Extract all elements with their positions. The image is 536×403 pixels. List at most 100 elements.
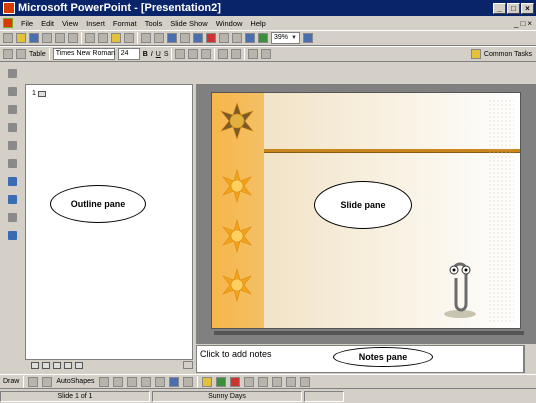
common-tasks-button[interactable]: Common Tasks: [470, 49, 532, 59]
powerpoint-app-icon[interactable]: [3, 2, 15, 14]
line-style-icon[interactable]: [243, 376, 254, 387]
arrow-icon[interactable]: [112, 376, 123, 387]
decrease-font-icon[interactable]: [261, 49, 272, 59]
new-slide-icon[interactable]: [219, 33, 229, 43]
copy-icon[interactable]: [98, 33, 108, 43]
text-box-icon[interactable]: [154, 376, 165, 387]
outline-pane-callout: Outline pane: [50, 185, 146, 223]
line-color-icon[interactable]: [215, 376, 226, 387]
doc-minimize-button[interactable]: _: [514, 19, 518, 28]
select-objects-icon[interactable]: [28, 376, 39, 387]
menu-help[interactable]: Help: [246, 19, 269, 28]
free-rotate-icon[interactable]: [42, 376, 53, 387]
clip-art-icon[interactable]: [182, 376, 193, 387]
collapse-all-icon[interactable]: [7, 213, 17, 222]
cut-icon[interactable]: [85, 33, 95, 43]
menu-file[interactable]: File: [17, 19, 37, 28]
email-icon[interactable]: [42, 33, 52, 43]
new-icon[interactable]: [3, 33, 13, 43]
3d-icon[interactable]: [299, 376, 310, 387]
tables-borders-icon[interactable]: [180, 33, 190, 43]
office-assistant-clippy-icon[interactable]: [440, 258, 480, 320]
insert-table-icon[interactable]: [193, 33, 203, 43]
outline-view-icon[interactable]: [42, 361, 50, 369]
slide-view-icon[interactable]: [53, 361, 61, 369]
collapse-icon[interactable]: [7, 141, 17, 150]
bullets-icon[interactable]: [231, 49, 242, 59]
font-select[interactable]: Times New Roman: [52, 48, 115, 60]
align-left-icon[interactable]: [175, 49, 186, 59]
menu-edit[interactable]: Edit: [37, 19, 58, 28]
show-formatting-icon[interactable]: [245, 33, 255, 43]
document-icon[interactable]: [3, 18, 13, 28]
undo-icon[interactable]: [141, 33, 151, 43]
menu-window[interactable]: Window: [212, 19, 247, 28]
expand-icon[interactable]: [7, 159, 17, 168]
promote-icon[interactable]: [7, 69, 17, 78]
increase-font-icon[interactable]: [248, 49, 259, 59]
bold-button[interactable]: B: [143, 51, 148, 58]
menu-slide-show[interactable]: Slide Show: [166, 19, 212, 28]
menu-tools[interactable]: Tools: [141, 19, 167, 28]
normal-view-icon[interactable]: [31, 361, 39, 369]
toolbar-separator: [137, 32, 138, 44]
horizontal-scrollbar[interactable]: [183, 361, 193, 369]
oval-icon[interactable]: [140, 376, 151, 387]
demote-icon[interactable]: [7, 87, 17, 96]
doc-restore-button[interactable]: □: [520, 19, 525, 28]
minimize-button[interactable]: _: [493, 2, 506, 14]
spelling-icon[interactable]: [68, 33, 78, 43]
show-formatting-icon[interactable]: [7, 195, 17, 204]
summary-slide-icon[interactable]: [7, 177, 17, 186]
slide-canvas[interactable]: Slide pane: [211, 92, 521, 329]
align-right-icon[interactable]: [201, 49, 212, 59]
dash-style-icon[interactable]: [257, 376, 268, 387]
shadow-icon[interactable]: [285, 376, 296, 387]
rectangle-icon[interactable]: [126, 376, 137, 387]
menu-format[interactable]: Format: [109, 19, 141, 28]
paste-icon[interactable]: [111, 33, 121, 43]
insert-chart-icon[interactable]: [206, 33, 216, 43]
eraser-icon[interactable]: [16, 49, 26, 59]
redo-icon[interactable]: [154, 33, 164, 43]
font-color-icon[interactable]: [229, 376, 240, 387]
menu-insert[interactable]: Insert: [82, 19, 109, 28]
move-up-icon[interactable]: [7, 105, 17, 114]
underline-button[interactable]: U: [156, 51, 161, 58]
shadow-button[interactable]: S: [164, 51, 169, 58]
menu-view[interactable]: View: [58, 19, 82, 28]
print-icon[interactable]: [55, 33, 65, 43]
maximize-button[interactable]: □: [507, 2, 520, 14]
autoshapes-menu-button[interactable]: AutoShapes: [56, 378, 94, 385]
pen-icon[interactable]: [3, 49, 13, 59]
grayscale-icon[interactable]: [258, 33, 268, 43]
open-icon[interactable]: [16, 33, 26, 43]
expand-all-icon[interactable]: [7, 231, 17, 240]
fill-color-icon[interactable]: [201, 376, 212, 387]
outline-pane[interactable]: 1 Outline pane: [25, 84, 193, 360]
doc-close-button[interactable]: ×: [527, 19, 532, 28]
draw-menu-button[interactable]: Draw: [3, 378, 19, 385]
arrow-style-icon[interactable]: [271, 376, 282, 387]
line-icon[interactable]: [98, 376, 109, 387]
save-icon[interactable]: [29, 33, 39, 43]
hyperlink-icon[interactable]: [167, 33, 177, 43]
expand-all-icon[interactable]: [232, 33, 242, 43]
outline-slide-entry[interactable]: 1: [32, 90, 46, 97]
format-painter-icon[interactable]: [124, 33, 134, 43]
wordart-icon[interactable]: [168, 376, 179, 387]
align-center-icon[interactable]: [188, 49, 199, 59]
italic-button[interactable]: I: [151, 51, 153, 58]
slide-show-icon[interactable]: [75, 361, 83, 369]
zoom-select[interactable]: 39% ▼: [271, 32, 300, 44]
help-icon[interactable]: [302, 33, 313, 43]
close-button[interactable]: ×: [521, 2, 534, 14]
move-down-icon[interactable]: [7, 123, 17, 132]
table-menu-button[interactable]: Table: [29, 51, 46, 58]
vertical-scrollbar[interactable]: [524, 345, 536, 373]
slide-sorter-icon[interactable]: [64, 361, 72, 369]
notes-placeholder[interactable]: Click to add notes: [200, 349, 272, 359]
notes-pane[interactable]: Click to add notes Notes pane: [196, 345, 524, 373]
numbering-icon[interactable]: [218, 49, 229, 59]
font-size-select[interactable]: 24: [117, 48, 140, 60]
